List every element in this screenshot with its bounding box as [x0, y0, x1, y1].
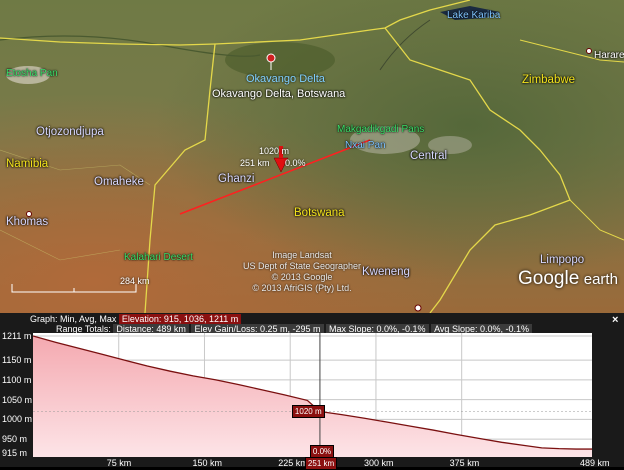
- path-elevation-readout: 1020 m: [259, 146, 290, 156]
- credit-line: US Dept of State Geographer: [242, 261, 362, 271]
- close-profile-button[interactable]: ×: [612, 314, 618, 326]
- path-slope-readout: 0.0%: [285, 158, 306, 168]
- credit-line: © 2013 Google: [271, 272, 333, 282]
- label-kalahari-desert: Kalahari Desert: [124, 252, 193, 263]
- label-etosha-pan: Etosha Pan: [6, 68, 58, 79]
- scale-bar-label: 284 km: [120, 276, 150, 286]
- y-tick-label: 1211 m: [2, 331, 32, 341]
- y-tick-label: 1100 m: [2, 374, 32, 385]
- y-tick-label: 950 m: [2, 434, 28, 445]
- label-botswana: Botswana: [294, 207, 345, 219]
- elevation-stat: Elevation: 915, 1036, 1211 m: [118, 314, 242, 324]
- label-nxai-pan: Nxai Pan: [345, 140, 386, 151]
- cursor-distance-tag: 251 km: [304, 457, 338, 470]
- graph-label: Graph: Min, Avg, Max: [30, 314, 117, 324]
- cursor-elevation-tag: 1020 m: [291, 405, 325, 419]
- label-ghanzi: Ghanzi: [218, 173, 255, 185]
- label-kweneng: Kweneng: [362, 266, 410, 278]
- map-view[interactable]: Lake Kariba Harare Zimbabwe Etosha Pan O…: [0, 0, 624, 313]
- elevation-profile-panel: Graph: Min, Avg, Max Elevation: 915, 103…: [0, 313, 624, 470]
- y-tick-label: 1000 m: [2, 414, 33, 425]
- path-distance-readout: 251 km: [240, 158, 270, 168]
- label-harare: Harare: [594, 50, 624, 61]
- imagery-credits: Image Landsat US Dept of State Geographe…: [240, 250, 364, 294]
- label-makgadikgadi-pans: Makgadikgadi Pans: [337, 124, 425, 135]
- logo-google: Google: [518, 268, 580, 289]
- google-earth-logo: Google earth: [518, 268, 618, 290]
- label-khomas: Khomas: [6, 216, 49, 228]
- credit-line: © 2013 AfriGIS (Pty) Ltd.: [252, 283, 352, 293]
- label-omaheke: Omaheke: [94, 176, 144, 188]
- credit-line: Image Landsat: [272, 250, 332, 260]
- label-limpopo: Limpopo: [540, 254, 585, 266]
- y-tick-label: 915 m: [2, 448, 28, 458]
- y-tick-label: 1050 m: [2, 394, 33, 405]
- label-zimbabwe: Zimbabwe: [522, 74, 576, 86]
- label-namibia: Namibia: [6, 158, 49, 170]
- logo-earth: earth: [583, 271, 618, 288]
- placemark-okavango-label: Okavango Delta, Botswana: [212, 88, 346, 100]
- elevation-chart-svg[interactable]: [32, 333, 592, 457]
- label-central: Central: [410, 150, 448, 162]
- label-lake-kariba: Lake Kariba: [447, 10, 501, 21]
- y-tick-label: 1150 m: [2, 355, 32, 366]
- placemark-okavango-link[interactable]: Okavango Delta: [246, 73, 325, 85]
- elevation-chart[interactable]: [32, 333, 592, 457]
- label-otjozondjupa: Otjozondjupa: [36, 126, 104, 138]
